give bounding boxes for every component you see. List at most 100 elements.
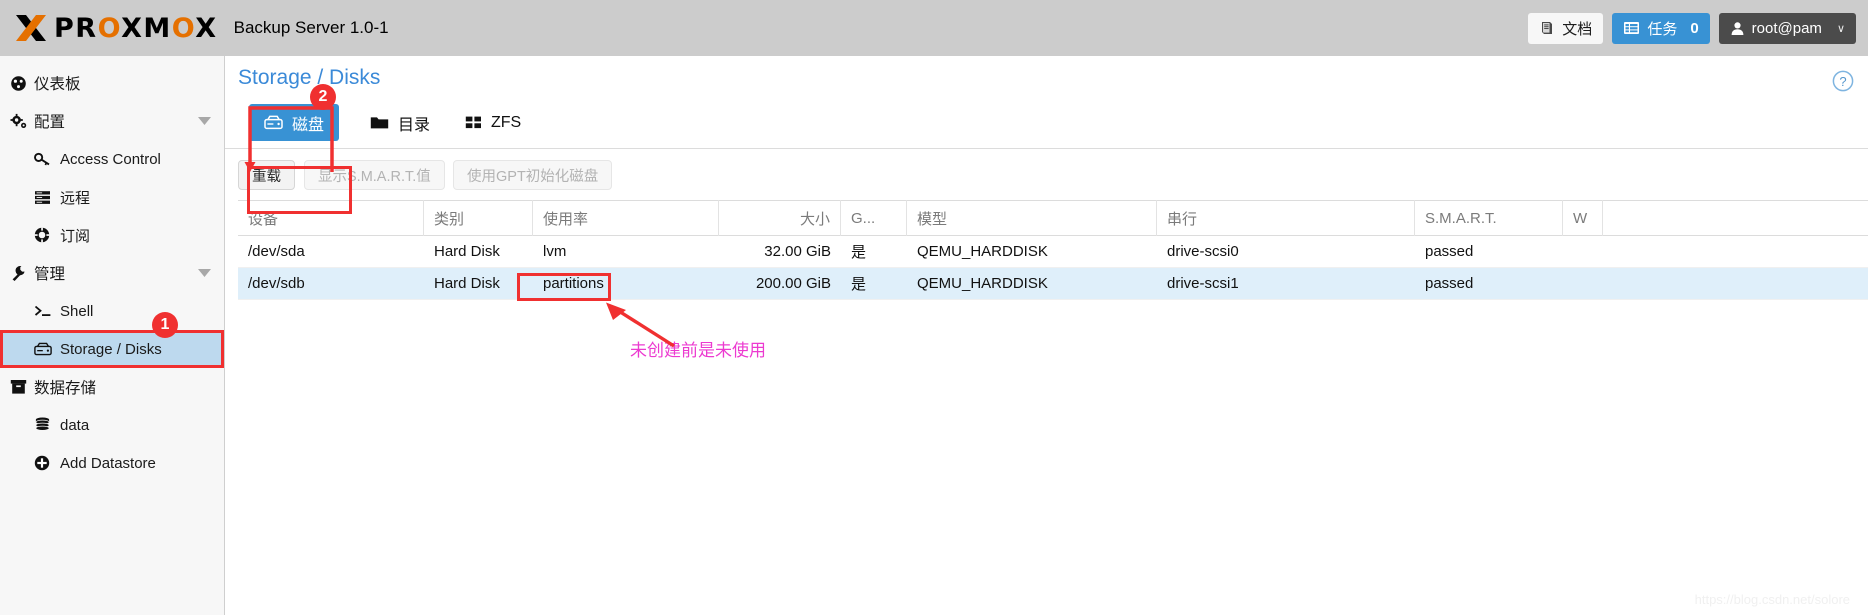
cell-device: /dev/sda: [248, 243, 305, 260]
cell-usage: partitions: [543, 275, 604, 292]
cell-type: Hard Disk: [434, 275, 500, 292]
sidebar-label: data: [60, 416, 90, 434]
proxmox-wordmark: PROXMOX: [54, 12, 218, 44]
app-header: PROXMOX Backup Server 1.0-1 文档 任务 0 root…: [0, 0, 1868, 56]
init-gpt-button[interactable]: 使用GPT初始化磁盘: [453, 160, 613, 190]
cell-serial: drive-scsi0: [1167, 243, 1239, 260]
sidebar-item-add-datastore[interactable]: Add Datastore: [0, 444, 224, 482]
column-header-device[interactable]: 设备: [238, 200, 424, 236]
dashboard-icon: [10, 75, 34, 92]
chevron-down-icon[interactable]: [198, 268, 211, 278]
documentation-label: 文档: [1562, 20, 1593, 38]
tab-zfs[interactable]: ZFS: [450, 104, 536, 141]
gears-icon: [10, 113, 34, 130]
annotation-connector-2: [244, 106, 334, 172]
list-icon: [1623, 20, 1640, 36]
plus-circle-icon: [34, 455, 60, 471]
column-header-usage[interactable]: 使用率: [533, 200, 719, 236]
watermark: https://blog.csdn.net/solore: [1694, 592, 1850, 607]
database-icon: [34, 417, 60, 433]
sidebar-item-shell[interactable]: Shell: [0, 292, 224, 330]
disks-table: 设备 类别 使用率 大小 G... 模型 串行 S.M.A.R.T. W /de…: [238, 200, 1868, 300]
column-header-smart[interactable]: S.M.A.R.T.: [1415, 200, 1563, 236]
main-content: Storage / Disks ? 磁盘 目录 ZFS 重载 显示S.M.A.R…: [225, 56, 1868, 615]
user-menu-button[interactable]: root@pam ∨: [1718, 12, 1856, 44]
sidebar-label: Storage / Disks: [60, 340, 162, 358]
sidebar-label: Access Control: [60, 150, 161, 168]
table-row[interactable]: /dev/sdb Hard Disk partitions 200.00 GiB…: [238, 268, 1868, 300]
cell-model: QEMU_HARDDISK: [917, 243, 1048, 260]
folder-icon: [370, 115, 389, 130]
cell-type: Hard Disk: [434, 243, 500, 260]
column-header-serial[interactable]: 串行: [1157, 200, 1415, 236]
table-header-row: 设备 类别 使用率 大小 G... 模型 串行 S.M.A.R.T. W: [238, 200, 1868, 236]
column-header-type[interactable]: 类别: [424, 200, 533, 236]
tasks-button[interactable]: 任务 0: [1612, 12, 1710, 44]
proxmox-backup-server-page: PROXMOX Backup Server 1.0-1 文档 任务 0 root…: [0, 0, 1868, 615]
cell-size: 32.00 GiB: [764, 243, 831, 260]
sidebar-item-data[interactable]: data: [0, 406, 224, 444]
svg-text:?: ?: [1839, 74, 1846, 89]
table-toolbar: 重载 显示S.M.A.R.T.值 使用GPT初始化磁盘: [225, 156, 1868, 200]
table-body: /dev/sda Hard Disk lvm 32.00 GiB 是 QEMU_…: [238, 236, 1868, 300]
annotation-badge-1: 1: [152, 312, 178, 338]
sidebar-label: 数据存储: [34, 380, 97, 397]
annotation-arrow-to-partitions: [606, 302, 675, 348]
header-actions: 文档 任务 0 root@pam ∨: [1528, 12, 1868, 44]
chevron-down-icon[interactable]: [198, 116, 211, 126]
hdd-icon: [34, 342, 60, 356]
sidebar-label: Add Datastore: [60, 454, 156, 472]
proxmox-x-mark-icon: [14, 13, 48, 43]
tasks-label: 任务: [1647, 20, 1678, 38]
tab-label: 目录: [398, 116, 431, 134]
cell-wearout: [1563, 236, 1603, 268]
sidebar-item-remote[interactable]: 远程: [0, 178, 224, 216]
sidebar-item-dashboard[interactable]: 仪表板: [0, 64, 224, 102]
cell-smart: passed: [1425, 243, 1474, 260]
sidebar-item-datastore[interactable]: 数据存储: [0, 368, 224, 406]
sidebar-label: Shell: [60, 302, 94, 320]
proxmox-logo[interactable]: PROXMOX: [0, 13, 218, 44]
grid-icon: [465, 115, 482, 130]
lifering-icon: [34, 227, 60, 243]
sidebar-label: 仪表板: [34, 76, 81, 93]
sidebar-item-access-control[interactable]: Access Control: [0, 140, 224, 178]
annotation-badge-2: 2: [310, 84, 336, 110]
documentation-button[interactable]: 文档: [1528, 12, 1604, 44]
question-circle-icon[interactable]: ?: [1832, 70, 1854, 92]
wrench-icon: [10, 265, 34, 282]
tab-label: ZFS: [491, 113, 522, 131]
sidebar-item-storage-disks[interactable]: Storage / Disks: [0, 330, 224, 368]
cell-gpt: 是: [851, 244, 867, 261]
cell-model: QEMU_HARDDISK: [917, 275, 1048, 292]
archive-icon: [10, 379, 34, 395]
user-icon: [1730, 21, 1745, 36]
terminal-icon: [34, 304, 60, 318]
sidebar-item-management[interactable]: 管理: [0, 254, 224, 292]
column-header-model[interactable]: 模型: [907, 200, 1157, 236]
column-header-gpt[interactable]: G...: [841, 200, 907, 236]
column-header-size[interactable]: 大小: [719, 200, 841, 236]
sidebar-item-configuration[interactable]: 配置: [0, 102, 224, 140]
page-title: Storage / Disks: [238, 66, 381, 89]
chevron-down-icon: ∨: [1836, 22, 1845, 35]
cell-device: /dev/sdb: [248, 275, 305, 292]
user-label: root@pam: [1751, 19, 1822, 37]
sidebar-nav: 仪表板 配置 Access Control 远程 订阅 管理 Shell Sto…: [0, 56, 225, 615]
sidebar-label: 管理: [34, 266, 66, 283]
column-header-wearout[interactable]: W: [1563, 200, 1603, 236]
sidebar-label: 远程: [60, 189, 91, 207]
app-title: Backup Server 1.0-1: [233, 18, 389, 37]
table-row[interactable]: /dev/sda Hard Disk lvm 32.00 GiB 是 QEMU_…: [238, 236, 1868, 268]
sidebar-label: 订阅: [60, 227, 91, 245]
sidebar-item-subscription[interactable]: 订阅: [0, 216, 224, 254]
tasks-count: 0: [1690, 19, 1699, 37]
cell-wearout: [1563, 268, 1603, 300]
cell-smart: passed: [1425, 275, 1474, 292]
cell-serial: drive-scsi1: [1167, 275, 1239, 292]
server-icon: [34, 190, 60, 205]
cell-size: 200.00 GiB: [755, 275, 831, 292]
key-icon: [34, 152, 60, 167]
cell-gpt: 是: [851, 276, 867, 293]
sidebar-label: 配置: [34, 114, 66, 131]
